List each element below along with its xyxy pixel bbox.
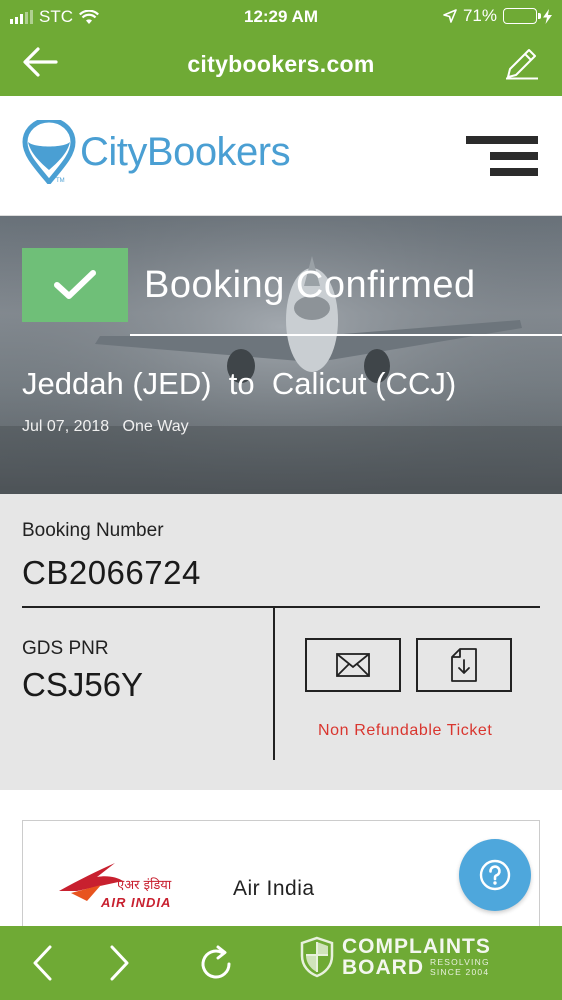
air-india-logo-text: AIR INDIA <box>100 895 171 910</box>
status-right: 71% <box>443 6 552 26</box>
air-india-logo: एअर इंडिया AIR INDIA <box>59 863 172 910</box>
chevron-left-icon[interactable] <box>30 944 54 982</box>
menu-icon[interactable] <box>466 136 538 176</box>
chevron-right-icon[interactable] <box>108 944 132 982</box>
battery-percent: 71% <box>462 6 497 25</box>
booking-details: Booking Number CB2066724 GDS PNR CSJ56Y … <box>0 494 562 790</box>
logo-mark-text: TM <box>56 178 65 184</box>
trip-type: One Way <box>122 418 189 435</box>
address-bar: citybookers.com <box>0 32 562 96</box>
watermark-row2: BOARD RESOLVING SINCE 2004 <box>342 957 491 978</box>
battery-icon <box>503 8 541 24</box>
pnr-value: CSJ56Y <box>22 666 144 703</box>
watermark-line2: BOARD <box>342 956 424 979</box>
download-file-icon <box>451 648 477 682</box>
booking-number-label: Booking Number <box>22 520 164 541</box>
complaints-board-watermark: COMPLAINTS BOARD RESOLVING SINCE 2004 <box>300 936 491 978</box>
shield-icon <box>300 936 334 978</box>
logo-mark-icon: TM <box>22 120 76 184</box>
route-connector: to <box>228 366 255 401</box>
download-ticket-button[interactable] <box>416 638 512 692</box>
route-from: Jeddah (JED) <box>22 366 212 401</box>
help-icon <box>479 859 511 891</box>
details-divider-vertical <box>273 608 275 760</box>
air-india-logo-hindi: एअर इंडिया <box>117 877 172 893</box>
help-button[interactable] <box>459 839 531 911</box>
checkmark-icon <box>54 270 96 299</box>
page-url[interactable]: citybookers.com <box>0 51 562 78</box>
watermark-line1: COMPLAINTS <box>342 935 491 958</box>
edit-icon[interactable] <box>504 44 540 80</box>
pnr-label: GDS PNR <box>22 638 109 659</box>
watermark-tagline2: SINCE 2004 <box>430 966 490 977</box>
browser-toolbar: COMPLAINTS BOARD RESOLVING SINCE 2004 <box>0 926 562 1000</box>
reload-icon[interactable] <box>196 944 236 984</box>
airline-name: Air India <box>233 877 315 900</box>
hero-divider <box>130 334 562 336</box>
route-to: Calicut (CCJ) <box>271 366 457 401</box>
route: Jeddah (JED) to Calicut (CCJ) <box>22 366 456 402</box>
booking-number-value: CB2066724 <box>22 554 201 591</box>
site-header: TM CityBookers <box>0 96 562 216</box>
email-ticket-button[interactable] <box>305 638 401 692</box>
non-refundable-note: Non Refundable Ticket <box>318 722 493 739</box>
citybookers-logo[interactable]: TM CityBookers <box>22 120 291 184</box>
logo-text: CityBookers <box>80 129 291 174</box>
details-divider-horizontal <box>22 606 540 608</box>
booking-status-title: Booking Confirmed <box>144 264 476 306</box>
trip-meta: Jul 07, 2018 One Way <box>22 418 189 436</box>
location-arrow-icon <box>443 9 457 23</box>
watermark-tagline: RESOLVING SINCE 2004 <box>430 957 490 977</box>
booking-hero: Booking Confirmed Jeddah (JED) to Calicu… <box>0 216 562 494</box>
browser-header: STC 12:29 AM 71% citybookers.com <box>0 0 562 96</box>
page: STC 12:29 AM 71% citybookers.com TM City… <box>0 0 562 1000</box>
charging-bolt-icon <box>543 8 552 24</box>
watermark-text: COMPLAINTS BOARD RESOLVING SINCE 2004 <box>342 936 491 978</box>
confirmed-badge <box>22 248 128 322</box>
status-bar: STC 12:29 AM 71% <box>0 0 562 32</box>
mail-icon <box>336 653 370 677</box>
travel-date: Jul 07, 2018 <box>22 418 110 435</box>
